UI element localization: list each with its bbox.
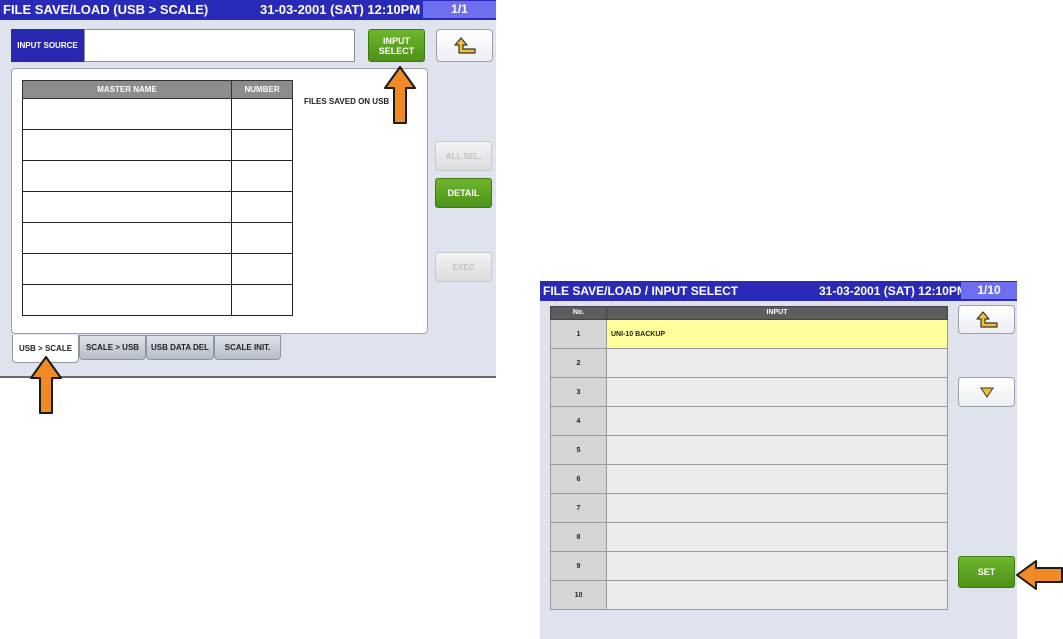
row-input: [606, 551, 948, 581]
row-input: UNI-10 BACKUP: [606, 319, 948, 349]
number-cell: [231, 253, 293, 285]
all-select-label: ALL SEL.: [445, 151, 482, 161]
table-row[interactable]: [21, 191, 293, 223]
exec-button[interactable]: EXEC: [435, 252, 492, 282]
table-row[interactable]: 3: [550, 377, 948, 407]
row-input: [606, 522, 948, 552]
usb-to-scale-screen: FILE SAVE/LOAD (USB > SCALE) 31-03-2001 …: [0, 0, 496, 378]
input-source-label: INPUT SOURCE: [11, 29, 84, 62]
no-header: No.: [550, 306, 607, 320]
page-indicator: 1/10: [961, 282, 1017, 299]
master-name-cell: [21, 191, 233, 223]
datetime: 31-03-2001 (SAT) 12:10PM: [819, 284, 967, 298]
master-name-cell: [21, 98, 233, 130]
row-input: [606, 348, 948, 378]
title-bar: FILE SAVE/LOAD (USB > SCALE) 31-03-2001 …: [0, 0, 496, 20]
detail-button[interactable]: DETAIL: [435, 178, 492, 208]
tab-label: USB DATA DEL: [150, 343, 210, 352]
input-table: No. INPUT 1 UNI-10 BACKUP 2 3 4 5 6 7 8 …: [550, 306, 948, 610]
master-table: MASTER NAME NUMBER: [21, 80, 293, 316]
input-select-button[interactable]: INPUT SELECT: [368, 29, 425, 62]
tab-usb-data-delete[interactable]: USB DATA DEL: [146, 335, 214, 360]
title-bar: FILE SAVE/LOAD / INPUT SELECT 31-03-2001…: [540, 281, 1017, 301]
row-number: 4: [550, 406, 607, 436]
return-arrow-icon: [453, 36, 476, 54]
orange-arrow-icon: [1016, 560, 1063, 590]
back-button[interactable]: [958, 305, 1015, 334]
master-name-cell: [21, 160, 233, 192]
row-number: 8: [550, 522, 607, 552]
number-cell: [231, 160, 293, 192]
screen-title: FILE SAVE/LOAD (USB > SCALE): [3, 2, 209, 17]
master-name-header: MASTER NAME: [21, 80, 233, 99]
row-input: [606, 435, 948, 465]
table-row[interactable]: 4: [550, 406, 948, 436]
table-row[interactable]: [21, 129, 293, 161]
table-row[interactable]: [21, 222, 293, 254]
table-row[interactable]: 9: [550, 551, 948, 581]
screen-title: FILE SAVE/LOAD / INPUT SELECT: [543, 284, 739, 298]
tab-scale-to-usb[interactable]: SCALE > USB: [79, 335, 146, 360]
orange-arrow-icon: [384, 66, 416, 124]
exec-label: EXEC: [452, 262, 475, 272]
number-cell: [231, 191, 293, 223]
table-row[interactable]: 5: [550, 435, 948, 465]
number-cell: [231, 284, 293, 316]
input-source-field[interactable]: [84, 29, 355, 62]
input-select-label: INPUT SELECT: [378, 35, 415, 56]
divider: [0, 376, 496, 378]
back-button[interactable]: [436, 29, 493, 62]
page-indicator: 1/1: [423, 1, 496, 18]
row-number: 6: [550, 464, 607, 494]
tab-scale-init[interactable]: SCALE INIT.: [214, 335, 281, 360]
row-input: [606, 377, 948, 407]
number-cell: [231, 98, 293, 130]
row-number: 2: [550, 348, 607, 378]
table-row[interactable]: [21, 284, 293, 316]
orange-arrow-icon: [30, 356, 62, 414]
table-row[interactable]: 8: [550, 522, 948, 552]
table-row[interactable]: 2: [550, 348, 948, 378]
row-number: 1: [550, 319, 607, 349]
row-number: 5: [550, 435, 607, 465]
table-row[interactable]: 6: [550, 464, 948, 494]
input-header: INPUT: [606, 306, 948, 320]
table-row[interactable]: [21, 253, 293, 285]
input-select-screen: FILE SAVE/LOAD / INPUT SELECT 31-03-2001…: [540, 281, 1017, 639]
return-arrow-icon: [975, 310, 998, 328]
number-cell: [231, 222, 293, 254]
table-row[interactable]: [21, 98, 293, 130]
set-label: SET: [977, 567, 996, 577]
master-name-cell: [21, 253, 233, 285]
row-number: 3: [550, 377, 607, 407]
number-header: NUMBER: [231, 80, 293, 99]
set-button[interactable]: SET: [958, 556, 1015, 588]
master-name-cell: [21, 284, 233, 316]
row-input: [606, 406, 948, 436]
all-select-button[interactable]: ALL SEL.: [435, 141, 492, 171]
row-input: [606, 580, 948, 610]
row-number: 10: [550, 580, 607, 610]
row-number: 7: [550, 493, 607, 523]
detail-label: DETAIL: [447, 188, 480, 198]
master-name-cell: [21, 129, 233, 161]
master-name-cell: [21, 222, 233, 254]
table-row[interactable]: [21, 160, 293, 192]
tab-label: SCALE INIT.: [224, 343, 271, 352]
table-row[interactable]: 10: [550, 580, 948, 610]
table-row[interactable]: 7: [550, 493, 948, 523]
row-input: [606, 464, 948, 494]
tab-label: SCALE > USB: [85, 343, 140, 352]
tab-label: USB > SCALE: [18, 344, 73, 353]
triangle-down-icon: [979, 387, 994, 398]
datetime: 31-03-2001 (SAT) 12:10PM: [260, 2, 421, 17]
scroll-down-button[interactable]: [958, 377, 1015, 407]
row-input: [606, 493, 948, 523]
number-cell: [231, 129, 293, 161]
table-row[interactable]: 1 UNI-10 BACKUP: [550, 319, 948, 349]
row-number: 9: [550, 551, 607, 581]
